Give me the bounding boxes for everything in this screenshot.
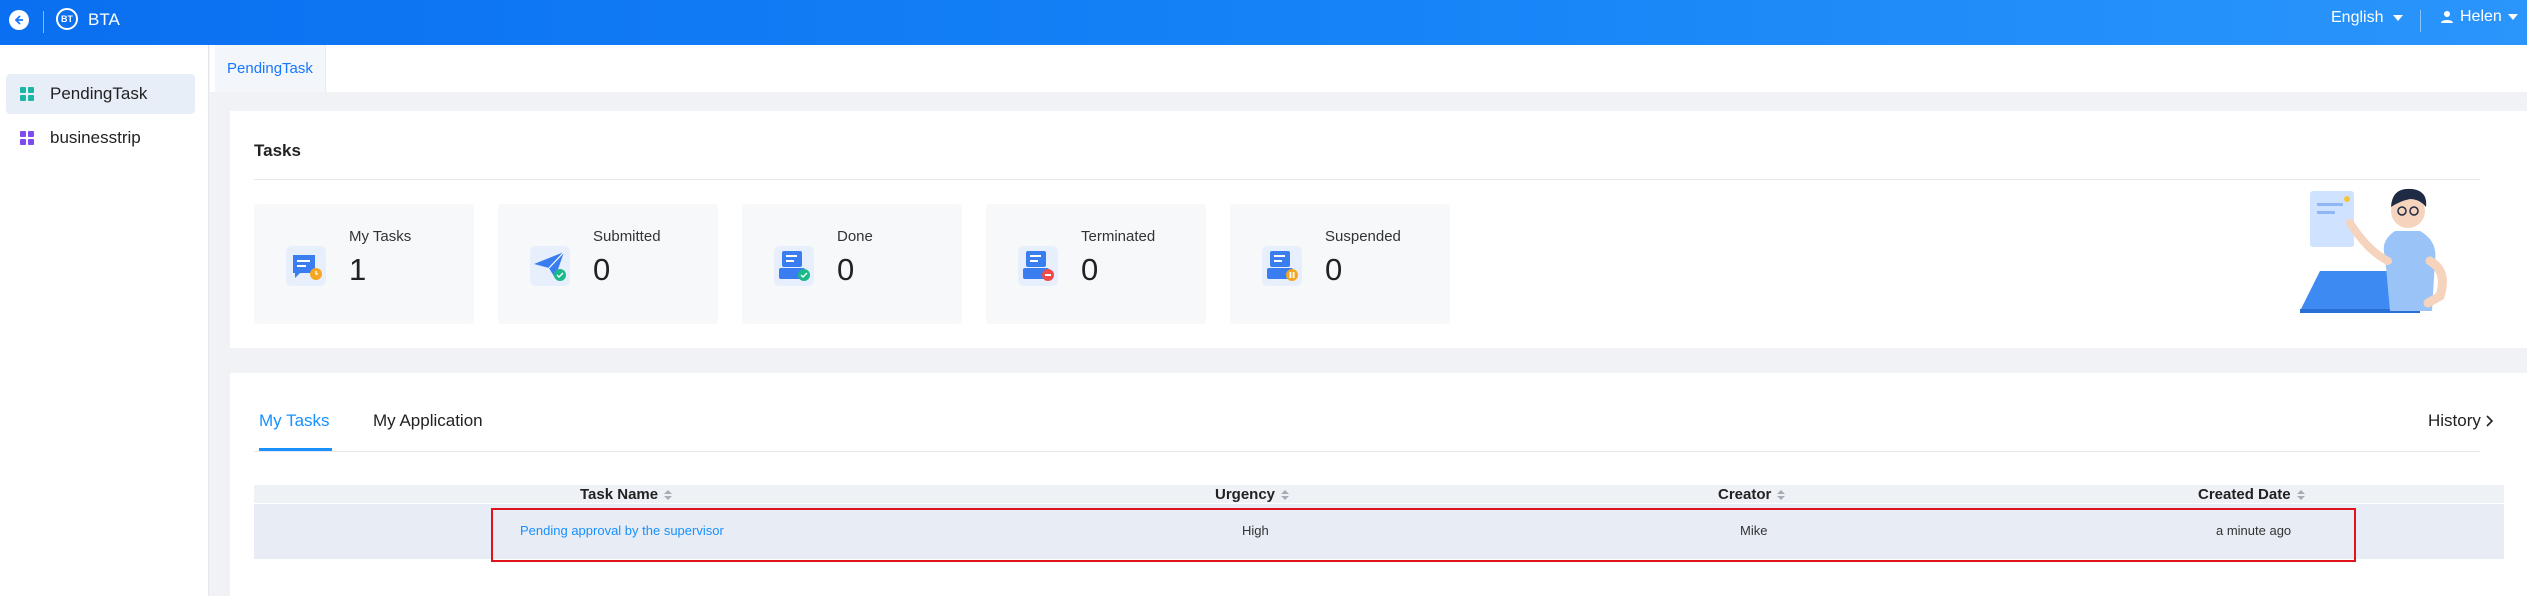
column-label: Task Name xyxy=(580,486,659,503)
sort-icon xyxy=(2296,489,2305,500)
page-tab-strip: PendingTask xyxy=(210,45,2527,92)
table-header: Task Name Urgency Creator Created Date xyxy=(254,485,2504,503)
stat-label: My Tasks xyxy=(349,228,412,245)
header-divider-2 xyxy=(2420,10,2421,32)
chevron-right-icon xyxy=(2486,415,2494,427)
sidebar-item-businesstrip[interactable]: businesstrip xyxy=(6,118,195,158)
column-header-creator[interactable]: Creator xyxy=(1718,486,1786,503)
stat-label: Submitted xyxy=(593,228,661,245)
grid-icon xyxy=(20,87,34,101)
row-highlight-outline xyxy=(491,508,2356,562)
history-label: History xyxy=(2428,411,2481,430)
sort-icon xyxy=(1281,489,1290,500)
user-icon xyxy=(2441,11,2453,23)
stat-done[interactable]: Done 0 xyxy=(742,204,962,324)
stat-value: 0 xyxy=(1081,252,1099,287)
tab-my-tasks[interactable]: My Tasks xyxy=(259,411,330,431)
tab-my-application[interactable]: My Application xyxy=(373,411,483,431)
back-button[interactable] xyxy=(9,10,29,30)
stat-suspended[interactable]: Suspended 0 xyxy=(1230,204,1450,324)
tabs-divider xyxy=(254,451,2480,452)
sidebar: PendingTask businesstrip xyxy=(0,45,209,596)
sidebar-item-pendingtask[interactable]: PendingTask xyxy=(6,74,195,114)
paper-plane-icon xyxy=(530,246,570,286)
user-menu[interactable]: Helen xyxy=(2440,8,2518,26)
sort-icon xyxy=(1777,489,1786,500)
stat-submitted[interactable]: Submitted 0 xyxy=(498,204,718,324)
stat-label: Done xyxy=(837,228,873,245)
stat-terminated[interactable]: Terminated 0 xyxy=(986,204,1206,324)
stat-my-tasks[interactable]: My Tasks 1 xyxy=(254,204,474,324)
column-label: Creator xyxy=(1718,486,1772,503)
header-divider xyxy=(43,11,44,33)
sort-icon xyxy=(664,489,673,500)
task-list-card: My Tasks My Application History Task Nam… xyxy=(230,373,2527,596)
inbox-stop-icon xyxy=(1018,246,1058,286)
column-label: Created Date xyxy=(2198,486,2291,503)
card-title: Tasks xyxy=(254,141,301,160)
language-selector[interactable]: English xyxy=(2331,9,2404,27)
active-tab-underline xyxy=(259,448,332,451)
top-header: BT BTA English Helen xyxy=(0,0,2527,45)
stat-label: Suspended xyxy=(1325,228,1401,245)
inbox-pause-icon xyxy=(1262,246,1302,286)
language-label: English xyxy=(2331,9,2384,26)
chevron-down-icon xyxy=(2507,14,2518,20)
chat-clock-icon xyxy=(286,246,326,286)
column-header-urgency[interactable]: Urgency xyxy=(1215,486,1290,503)
app-logo: BT xyxy=(56,8,78,30)
stat-label: Terminated xyxy=(1081,228,1156,245)
stat-value: 0 xyxy=(1325,252,1343,287)
arrow-left-icon xyxy=(14,15,23,25)
logo-text: BT xyxy=(61,14,73,24)
grid-icon xyxy=(20,131,34,145)
tab-pendingtask[interactable]: PendingTask xyxy=(215,45,326,92)
chevron-down-icon xyxy=(2393,15,2404,21)
history-link[interactable]: History xyxy=(2428,411,2495,431)
stat-value: 1 xyxy=(349,252,367,287)
inbox-check-icon xyxy=(774,246,814,286)
divider xyxy=(254,179,2480,180)
app-title: BTA xyxy=(88,10,120,29)
person-laptop-illustration xyxy=(2300,188,2447,313)
column-header-created-date[interactable]: Created Date xyxy=(2198,486,2305,503)
stat-value: 0 xyxy=(593,252,611,287)
sidebar-item-label: PendingTask xyxy=(50,84,148,103)
column-label: Urgency xyxy=(1215,486,1276,503)
column-header-task-name[interactable]: Task Name xyxy=(580,486,673,503)
sidebar-item-label: businesstrip xyxy=(50,128,141,147)
stat-value: 0 xyxy=(837,252,855,287)
tasks-summary-card: Tasks My Tasks 1 Submitted 0 Done 0 Term… xyxy=(230,111,2527,348)
user-name: Helen xyxy=(2460,8,2502,25)
